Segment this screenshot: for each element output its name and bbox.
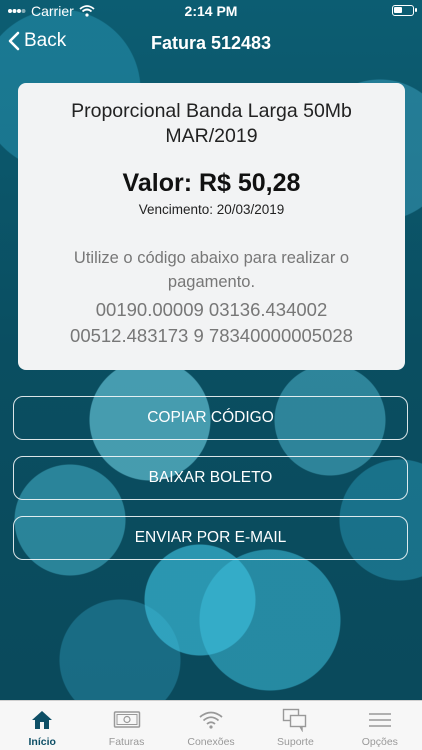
due-date: Vencimento: 20/03/2019 xyxy=(138,202,285,217)
tab-label: Faturas xyxy=(108,736,145,748)
battery-icon xyxy=(392,5,417,16)
download-boleto-button[interactable]: BAIXAR BOLETO xyxy=(13,456,408,500)
product-line-1: Proporcional Banda Larga 50Mb xyxy=(71,100,352,122)
navigation-bar: Back Fatura 512483 xyxy=(0,22,422,66)
home-icon xyxy=(28,706,56,734)
barcode-number: 00190.00009 03136.434002 00512.483173 9 … xyxy=(36,297,387,349)
product-name: Proporcional Banda Larga 50Mb MAR/2019 xyxy=(36,99,387,149)
tab-label: Suporte xyxy=(277,736,314,748)
chat-icon xyxy=(281,706,309,734)
status-bar: Carrier 2:14 PM xyxy=(0,0,422,22)
instruction-line-2: pagamento. xyxy=(167,273,256,291)
tab-label: Conexões xyxy=(187,736,235,748)
barcode-line-2: 00512.483173 9 78340000005028 xyxy=(70,325,353,346)
bill-icon xyxy=(113,706,141,734)
barcode-line-1: 00190.00009 03136.434002 xyxy=(95,299,328,320)
invoice-amount: Valor: R$ 50,28 xyxy=(122,169,301,197)
page-title: Fatura 512483 xyxy=(150,33,272,53)
instruction-line-1: Utilize o código abaixo para realizar o xyxy=(73,249,350,267)
tab-suporte[interactable]: Suporte xyxy=(253,701,337,750)
tab-opcoes[interactable]: Opções xyxy=(338,701,422,750)
copy-code-button[interactable]: COPIAR CÓDIGO xyxy=(13,396,408,440)
send-email-button[interactable]: ENVIAR POR E-MAIL xyxy=(13,516,408,560)
payment-instruction: Utilize o código abaixo para realizar o … xyxy=(36,246,387,294)
tab-label: Início xyxy=(28,736,56,748)
wifi-icon xyxy=(197,706,225,734)
product-line-2: MAR/2019 xyxy=(165,125,258,147)
tab-faturas[interactable]: Faturas xyxy=(84,701,168,750)
tab-label: Opções xyxy=(361,736,398,748)
tab-inicio[interactable]: Início xyxy=(0,701,84,750)
invoice-card: Proporcional Banda Larga 50Mb MAR/2019 V… xyxy=(18,83,405,370)
tab-bar: Início Faturas Conexões Suporte Opções xyxy=(0,700,422,750)
tab-conexoes[interactable]: Conexões xyxy=(169,701,253,750)
status-time: 2:14 PM xyxy=(184,3,238,19)
menu-icon xyxy=(366,706,394,734)
